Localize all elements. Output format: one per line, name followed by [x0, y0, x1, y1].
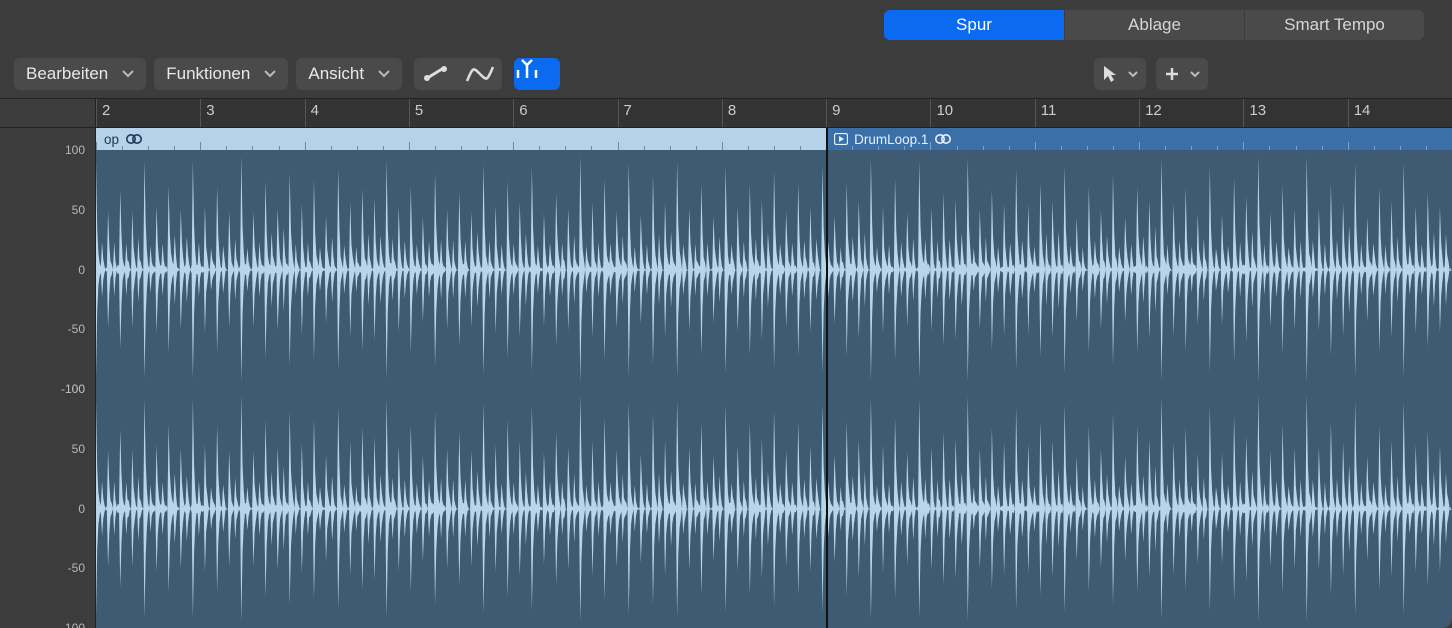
chevron-down-icon — [122, 70, 134, 78]
amplitude-label: -50 — [68, 322, 85, 336]
chevron-down-icon — [264, 70, 276, 78]
amplitude-label: 0 — [78, 502, 85, 516]
amplitude-label: 0 — [78, 263, 85, 277]
audio-track-editor: Spur Ablage Smart Tempo Bearbeiten Funkt… — [0, 0, 1452, 628]
bar-number: 6 — [519, 102, 527, 119]
region-header[interactable]: op — [96, 128, 826, 150]
chevron-down-icon — [378, 70, 390, 78]
pointer-tool-menu[interactable] — [1094, 58, 1146, 90]
chevron-down-icon — [1190, 71, 1200, 78]
amplitude-label: 100 — [65, 143, 85, 157]
functions-menu-label: Funktionen — [166, 64, 250, 84]
edit-menu[interactable]: Bearbeiten — [14, 58, 146, 90]
bar-number: 14 — [1354, 102, 1371, 119]
add-tool-menu[interactable] — [1156, 58, 1208, 90]
view-menu-label: Ansicht — [308, 64, 364, 84]
bar-number: 4 — [311, 102, 319, 119]
editor-tab-switcher: Spur Ablage Smart Tempo — [884, 10, 1424, 40]
bar-number: 9 — [832, 102, 840, 119]
edit-menu-label: Bearbeiten — [26, 64, 108, 84]
tab-track[interactable]: Spur — [884, 10, 1064, 40]
transient-edit-button[interactable] — [514, 58, 560, 90]
tab-file[interactable]: Ablage — [1064, 10, 1244, 40]
bar-number: 13 — [1249, 102, 1266, 119]
bar-number: 3 — [206, 102, 214, 119]
toolbar-icon-group — [414, 58, 502, 90]
bar-number: 11 — [1041, 102, 1057, 119]
top-tab-bar: Spur Ablage Smart Tempo — [0, 0, 1452, 50]
chevron-down-icon — [1128, 71, 1138, 78]
waveform-channel-left — [96, 150, 1452, 389]
amplitude-label: 50 — [72, 442, 85, 456]
add-icon — [1164, 66, 1180, 82]
automation-button[interactable] — [414, 58, 458, 90]
region-header[interactable]: DrumLoop.1 — [826, 128, 1452, 150]
waveform-area[interactable]: opDrumLoop.1 — [96, 128, 1452, 628]
ruler-corner — [0, 99, 96, 127]
bar-number: 2 — [102, 102, 110, 119]
waveform-channel-right — [96, 389, 1452, 628]
pointer-tool-icon — [1102, 65, 1118, 83]
view-menu[interactable]: Ansicht — [296, 58, 402, 90]
bar-ruler-row: 2 3 4 5 6 7 8 9 10 11 12 13 14 — [0, 98, 1452, 128]
bar-number: 5 — [415, 102, 423, 119]
amplitude-label: 50 — [72, 203, 85, 217]
bar-number: 8 — [728, 102, 736, 119]
bar-number: 10 — [936, 102, 953, 119]
amplitude-label: 100 — [65, 382, 85, 396]
editor-area: 2 3 4 5 6 7 8 9 10 11 12 13 14 100 50 0 -50 -100 100 50 0 -5… — [0, 98, 1452, 628]
bar-number: 12 — [1145, 102, 1162, 119]
waveform-lanes: 100500-50-100100500-50-100 opDrumLoop.1 — [0, 128, 1452, 628]
region-header-row: opDrumLoop.1 — [96, 128, 1452, 150]
editor-toolbar: Bearbeiten Funktionen Ansicht — [0, 50, 1452, 98]
bar-ruler[interactable]: 2 3 4 5 6 7 8 9 10 11 12 13 14 — [96, 99, 1452, 127]
amplitude-label: -100 — [61, 621, 85, 628]
region-split-line — [826, 128, 828, 628]
amplitude-ruler: 100500-50-100100500-50-100 — [0, 128, 96, 628]
functions-menu[interactable]: Funktionen — [154, 58, 288, 90]
flex-button[interactable] — [458, 58, 502, 90]
amplitude-label: -50 — [68, 561, 85, 575]
tab-smart-tempo[interactable]: Smart Tempo — [1244, 10, 1424, 40]
bar-number: 7 — [624, 102, 632, 119]
flex-icon — [465, 65, 495, 83]
automation-curve-icon — [422, 65, 450, 83]
transient-icon — [514, 58, 560, 78]
